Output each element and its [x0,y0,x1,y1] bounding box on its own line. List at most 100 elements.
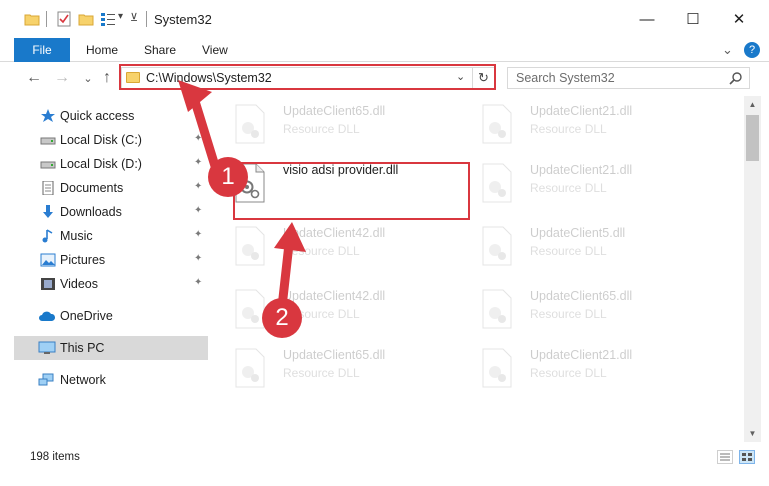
dll-file-icon [482,104,512,144]
file-name: UpdateClient42.dll [283,289,386,303]
maximize-button[interactable]: ☐ [670,0,716,38]
sidebar-item-documents[interactable]: Documents ✦ [14,176,208,200]
sidebar-item-label: Documents [60,181,124,195]
sidebar-item-label: Network [60,373,106,387]
vertical-scrollbar[interactable]: ▲ ▼ [744,96,761,442]
sidebar-item-downloads[interactable]: Downloads ✦ [14,200,208,224]
file-name: UpdateClient21.dll [530,348,633,362]
minimize-button[interactable]: — [624,0,670,38]
details-view-icon [720,453,730,461]
documents-icon [42,181,54,195]
sidebar-item-pictures[interactable]: Pictures ✦ [14,248,208,272]
sidebar-item-quick-access[interactable]: Quick access [14,104,208,128]
sidebar-item-onedrive[interactable]: OneDrive [14,304,208,328]
sidebar-item-label: Local Disk (D:) [60,157,142,171]
sidebar-item-network[interactable]: Network [14,368,208,392]
ribbon-tabs: File Home Share View ⌄ ? [0,38,769,62]
pin-icon[interactable]: ✦ [194,133,202,144]
sidebar-item-local-disk-d[interactable]: Local Disk (D:) ✦ [14,152,208,176]
sidebar-item-videos[interactable]: Videos ✦ [14,272,208,296]
tab-home[interactable]: Home [86,43,118,57]
step-2-badge: 2 [262,298,302,338]
download-icon [43,205,53,218]
new-folder-icon[interactable] [78,11,94,27]
pin-icon[interactable]: ✦ [194,205,202,216]
file-item[interactable]: UpdateClient65.dll Resource DLL [216,98,446,156]
file-type: Resource DLL [530,122,607,136]
pin-icon[interactable]: ✦ [194,277,202,288]
file-item[interactable]: UpdateClient42.dll Resource DLL [216,283,446,341]
scroll-up-icon[interactable]: ▲ [744,96,761,113]
file-highlight [233,162,470,220]
step-1-badge: 1 [208,157,248,197]
dll-file-icon [235,348,265,388]
recent-locations-button[interactable]: ⌄ [78,68,98,88]
file-type: Resource DLL [283,366,360,380]
window-bottom [0,472,769,486]
sidebar-item-local-disk-c[interactable]: Local Disk (C:) ✦ [14,128,208,152]
forward-button[interactable]: → [52,68,72,88]
qa-dropdown-icon[interactable]: ▾ [118,11,123,22]
pictures-icon [40,253,56,267]
sidebar-item-this-pc[interactable]: This PC [14,336,208,360]
tab-file[interactable]: File [14,38,70,62]
sidebar-item-label: Videos [60,277,98,291]
file-name: UpdateClient65.dll [283,104,386,118]
pin-icon[interactable]: ✦ [194,181,202,192]
pin-icon[interactable]: ✦ [194,253,202,264]
tab-view[interactable]: View [202,43,228,57]
view-options-icon[interactable] [100,11,116,27]
file-item[interactable]: UpdateClient21.dll Resource DLL [463,157,693,215]
dll-file-icon [235,104,265,144]
file-item[interactable]: UpdateClient5.dll Resource DLL [463,220,693,278]
pin-icon[interactable]: ✦ [194,229,202,240]
pin-icon[interactable]: ✦ [194,157,202,168]
sidebar-item-label: Downloads [60,205,122,219]
scroll-down-icon[interactable]: ▼ [744,425,761,442]
sidebar-item-label: This PC [60,341,105,355]
sidebar-item-label: Music [60,229,93,243]
file-item[interactable]: UpdateClient21.dll Resource DLL [463,98,693,156]
file-item[interactable]: UpdateClient65.dll Resource DLL [463,283,693,341]
separator [146,11,147,27]
close-button[interactable]: ✕ [716,0,762,38]
file-type: Resource DLL [530,307,607,321]
large-icons-view-icon [742,453,752,461]
dll-file-icon [235,289,265,329]
tab-share[interactable]: Share [144,43,176,57]
status-bar: 198 items [0,442,769,472]
back-button[interactable]: ← [24,68,44,88]
drive-icon [40,137,56,145]
address-bar-highlight [119,64,496,90]
file-item[interactable]: UpdateClient21.dll Resource DLL [463,342,693,400]
help-icon[interactable]: ? [744,42,760,58]
search-icon[interactable] [729,71,743,85]
cloud-icon [39,311,56,321]
file-name: UpdateClient21.dll [530,104,633,118]
scrollbar-thumb[interactable] [746,115,759,161]
window-title: System32 [154,12,212,27]
sidebar-item-music[interactable]: Music ✦ [14,224,208,248]
sidebar-item-label: Quick access [60,109,135,123]
large-icons-view-button[interactable] [739,450,755,464]
item-count: 198 items [30,451,80,463]
dll-file-icon [482,348,512,388]
properties-icon[interactable] [56,11,72,27]
folder-icon [24,14,40,26]
computer-icon [38,341,56,354]
file-name: UpdateClient5.dll [530,226,626,240]
search-input[interactable]: Search System32 [507,67,750,89]
dll-file-icon [482,163,512,203]
details-view-button[interactable] [717,450,733,464]
customize-toolbar-icon[interactable]: ⊻ [130,11,138,24]
up-button[interactable]: ↑ [97,68,117,88]
file-item[interactable]: UpdateClient42.dll Resource DLL [216,220,446,278]
separator [46,11,47,27]
sidebar-item-label: OneDrive [60,309,113,323]
expand-ribbon-icon[interactable]: ⌄ [722,42,733,58]
file-item[interactable]: UpdateClient65.dll Resource DLL [216,342,446,400]
title-bar: ▾ ⊻ System32 — ☐ ✕ [0,0,769,38]
file-type: Resource DLL [283,122,360,136]
navigation-pane: Quick access Local Disk (C:) ✦ Local Dis… [14,96,212,442]
file-name: UpdateClient65.dll [283,348,386,362]
